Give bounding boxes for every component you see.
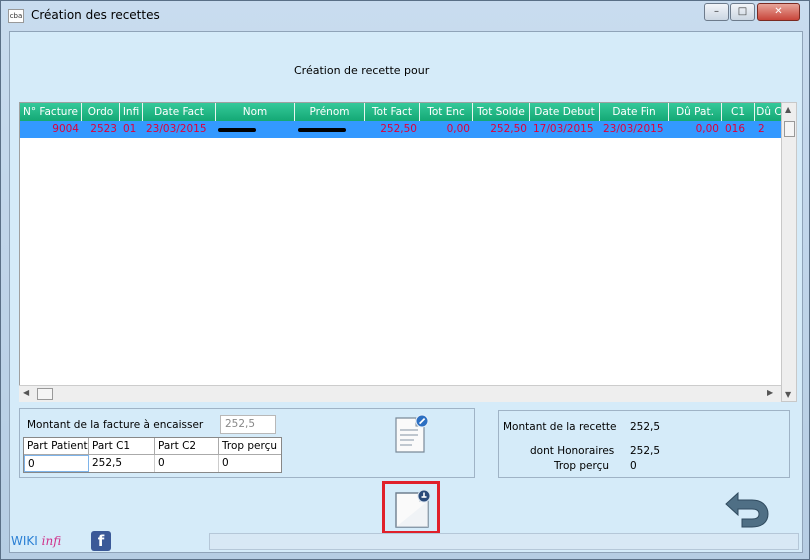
- horizontal-scroll-thumb[interactable]: [37, 388, 53, 400]
- cell-facture: 9004: [52, 123, 79, 135]
- cell-tot-solde: 252,50: [490, 123, 527, 135]
- cell-du-pat: 0,00: [695, 123, 719, 135]
- col-header-infi[interactable]: Infi: [120, 103, 143, 121]
- col-header-facture[interactable]: N° Facture: [20, 103, 82, 121]
- page-caption: Création de recette pour: [294, 64, 430, 77]
- grid-vertical-scrollbar[interactable]: ▲ ▼: [781, 102, 797, 402]
- title-bar: cba Création des recettes – □ ✕: [1, 1, 809, 31]
- wiki-infi-link[interactable]: WIKI infi: [11, 534, 61, 548]
- invoice-amount-panel: Montant de la facture à encaisser 252,5 …: [19, 408, 475, 478]
- col-header-c1[interactable]: C1: [722, 103, 755, 121]
- col-header-nom[interactable]: Nom: [216, 103, 295, 121]
- vertical-scroll-thumb[interactable]: [784, 121, 795, 137]
- maximize-button[interactable]: □: [730, 3, 755, 21]
- redaction-mark-prenom: [298, 128, 346, 132]
- client-area: Création de recette pour N° Facture Ordo…: [9, 31, 803, 553]
- amount-label: Montant de la facture à encaisser: [27, 419, 204, 431]
- col-header-prenom[interactable]: Prénom: [295, 103, 365, 121]
- parts-header-c2: Part C2: [155, 438, 219, 455]
- parts-header-trop-percu: Trop perçu: [219, 438, 281, 455]
- minimize-button[interactable]: –: [704, 3, 729, 21]
- cell-infi: 01: [123, 123, 137, 135]
- honoraires-value: 252,5: [630, 445, 661, 457]
- grid-header: N° Facture Ordo Infi Date Fact Nom Préno…: [20, 103, 782, 121]
- grid-horizontal-scrollbar[interactable]: ◀ ▶: [19, 385, 781, 402]
- amount-to-collect-field[interactable]: 252,5: [220, 415, 276, 434]
- col-header-date-fin[interactable]: Date Fin: [600, 103, 669, 121]
- receipt-amount-value: 252,5: [630, 421, 661, 433]
- parts-header-patient: Part Patient: [24, 438, 89, 455]
- trop-percu-label: Trop perçu: [554, 460, 610, 472]
- receipt-amount-label: Montant de la recette: [503, 421, 617, 433]
- scroll-up-icon[interactable]: ▲: [785, 105, 791, 114]
- new-receipt-button-highlight: [382, 481, 440, 534]
- main-window: cba Création des recettes – □ ✕ Création…: [0, 0, 810, 560]
- receipt-summary-panel: Montant de la recette 252,5 dont Honorai…: [498, 410, 790, 478]
- cell-date-fin: 23/03/2015: [603, 123, 664, 135]
- col-header-tot-fact[interactable]: Tot Fact: [365, 103, 420, 121]
- wiki-label: WIKI: [11, 534, 38, 548]
- trop-percu-input[interactable]: 0: [219, 455, 281, 472]
- trop-percu-value: 0: [630, 460, 637, 472]
- part-c1-input[interactable]: 252,5: [89, 455, 155, 472]
- honoraires-label: dont Honoraires: [530, 445, 615, 457]
- invoices-grid[interactable]: N° Facture Ordo Infi Date Fact Nom Préno…: [19, 102, 783, 402]
- col-header-date-debut[interactable]: Date Debut: [530, 103, 600, 121]
- parts-header-c1: Part C1: [89, 438, 155, 455]
- scroll-down-icon[interactable]: ▼: [785, 390, 791, 399]
- col-header-date-fact[interactable]: Date Fact: [143, 103, 216, 121]
- scroll-left-icon[interactable]: ◀: [23, 388, 29, 397]
- table-row[interactable]: 9004 2523 01 23/03/2015 252,50 0,00 252,…: [20, 121, 782, 138]
- status-field: [209, 533, 799, 550]
- col-header-tot-solde[interactable]: Tot Solde: [473, 103, 530, 121]
- infi-label: infi: [41, 534, 62, 548]
- col-header-ordo[interactable]: Ordo: [82, 103, 120, 121]
- app-icon: cba: [8, 9, 24, 23]
- cell-du-c: 2: [758, 123, 765, 135]
- cell-ordo: 2523: [90, 123, 117, 135]
- cell-date-debut: 17/03/2015: [533, 123, 594, 135]
- redaction-mark-nom: [218, 128, 256, 132]
- col-header-du-pat[interactable]: Dû Pat.: [669, 103, 722, 121]
- part-c2-input[interactable]: 0: [155, 455, 219, 472]
- scroll-right-icon[interactable]: ▶: [767, 388, 773, 397]
- cell-date-fact: 23/03/2015: [146, 123, 207, 135]
- back-arrow-icon[interactable]: [722, 490, 770, 530]
- close-button[interactable]: ✕: [757, 3, 800, 21]
- cell-tot-enc: 0,00: [446, 123, 470, 135]
- cell-c1: 016: [725, 123, 746, 135]
- cell-tot-fact: 252,50: [380, 123, 417, 135]
- col-header-du-c[interactable]: Dû C: [755, 103, 782, 121]
- parts-table: Part Patient Part C1 Part C2 Trop perçu …: [23, 437, 282, 473]
- part-patient-input[interactable]: 0: [24, 455, 89, 472]
- document-edit-icon[interactable]: [390, 414, 430, 454]
- col-header-tot-enc[interactable]: Tot Enc: [420, 103, 473, 121]
- window-title: Création des recettes: [31, 8, 160, 22]
- facebook-icon[interactable]: f: [91, 531, 111, 551]
